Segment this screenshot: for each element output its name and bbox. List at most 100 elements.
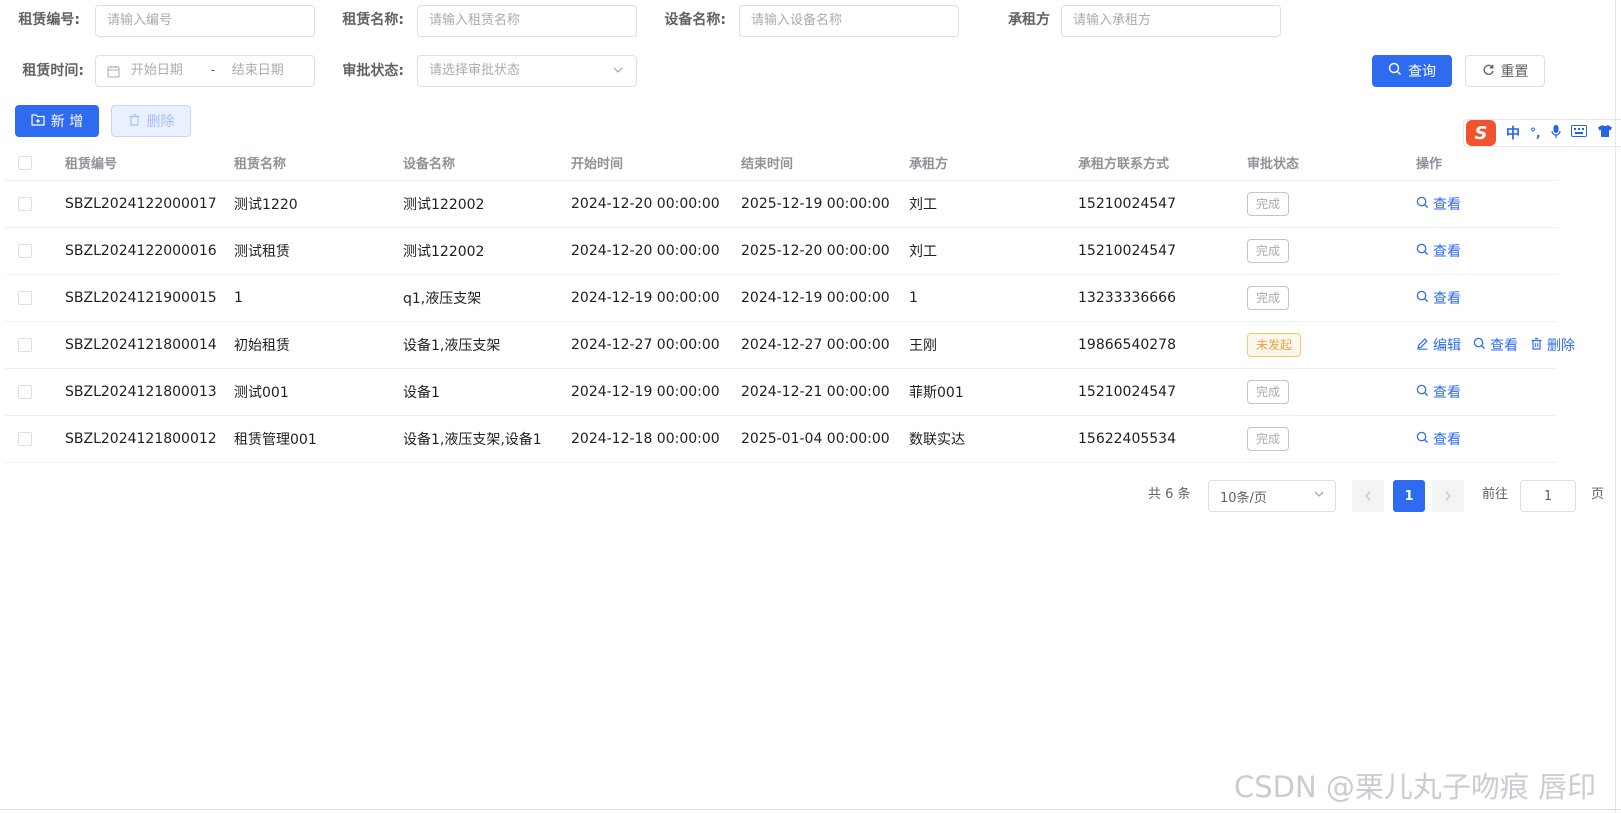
row-checkbox[interactable] <box>18 432 32 446</box>
add-button[interactable]: 新 增 <box>15 105 99 137</box>
device-name-input[interactable]: 请输入设备名称 <box>739 5 959 37</box>
lease-time-range-picker[interactable]: 开始日期 - 结束日期 <box>95 55 315 87</box>
lessee-input[interactable]: 请输入承租方 <box>1061 5 1281 37</box>
search-icon <box>1473 337 1486 354</box>
cell-device-name: q1,液压支架 <box>403 291 482 307</box>
cell-lessee-phone: 15210024547 <box>1078 384 1176 400</box>
next-page-button[interactable] <box>1432 480 1464 512</box>
row-checkbox[interactable] <box>18 291 32 305</box>
cell-end-time: 2024-12-21 00:00:00 <box>741 384 890 400</box>
add-button-label: 新 增 <box>50 114 84 130</box>
header-end-time: 结束时间 <box>741 157 794 172</box>
cell-start-time: 2024-12-20 00:00:00 <box>571 243 720 259</box>
delete-button[interactable]: 删除 <box>1530 335 1575 355</box>
lease-time-label: 租赁时间: <box>22 63 84 79</box>
edit-button[interactable]: 编辑 <box>1416 335 1461 355</box>
page-size-select[interactable]: 10条/页 <box>1208 480 1336 512</box>
view-button-label: 查看 <box>1433 244 1461 260</box>
page-number-1[interactable]: 1 <box>1393 480 1425 512</box>
view-button[interactable]: 查看 <box>1416 241 1461 261</box>
status-badge: 完成 <box>1247 286 1290 310</box>
trash-icon <box>1530 337 1543 354</box>
table-row: SBZL2024122000016 测试租赁 测试122002 2024-12-20 … <box>5 228 1557 275</box>
cell-actions: 查看 <box>1416 369 1461 415</box>
approval-status-placeholder: 请选择审批状态 <box>429 63 521 78</box>
query-button[interactable]: 查询 <box>1372 55 1452 87</box>
ime-punctuation-toggle[interactable]: °, <box>1530 126 1541 140</box>
lease-name-label: 租赁名称: <box>342 12 404 28</box>
reset-button[interactable]: 重置 <box>1465 55 1545 87</box>
row-checkbox[interactable] <box>18 244 32 258</box>
view-button[interactable]: 查看 <box>1416 382 1461 402</box>
header-lessee-phone: 承租方联系方式 <box>1078 157 1170 172</box>
view-button[interactable]: 查看 <box>1416 288 1461 308</box>
row-checkbox[interactable] <box>18 385 32 399</box>
cell-end-time: 2025-01-04 00:00:00 <box>741 431 890 447</box>
select-all-checkbox-cell <box>18 145 32 180</box>
table-header: 租赁编号 租赁名称 设备名称 开始时间 结束时间 承租方 承租方联系方式 审批状… <box>5 145 1557 181</box>
cell-device-name: 设备1,液压支架,设备1 <box>403 432 542 448</box>
microphone-icon[interactable] <box>1550 124 1561 143</box>
end-date-input[interactable]: 结束日期 <box>232 56 303 86</box>
status-badge: 完成 <box>1247 427 1290 451</box>
lease-name-input[interactable]: 请输入租赁名称 <box>417 5 637 37</box>
query-button-label: 查询 <box>1408 64 1436 80</box>
bottom-divider <box>0 809 1621 810</box>
row-checkbox[interactable] <box>18 197 32 211</box>
row-checkbox-cell <box>18 275 32 321</box>
header-device-name: 设备名称 <box>403 157 456 172</box>
cell-lease-name: 租赁管理001 <box>234 432 317 448</box>
row-checkbox-cell <box>18 416 32 462</box>
select-all-checkbox[interactable] <box>18 155 32 170</box>
status-badge: 完成 <box>1247 239 1290 263</box>
goto-page-input[interactable]: 1 <box>1520 480 1576 512</box>
cell-lease-no: SBZL2024121800013 <box>65 384 217 400</box>
cell-approval-status: 完成 <box>1247 181 1290 227</box>
row-checkbox-cell <box>18 181 32 227</box>
view-button-label: 查看 <box>1433 432 1461 448</box>
view-button[interactable]: 查看 <box>1416 194 1461 214</box>
cell-device-name: 测试122002 <box>403 244 485 260</box>
ime-language-toggle[interactable]: 中 <box>1506 123 1520 143</box>
view-button-label: 查看 <box>1490 338 1518 354</box>
lease-no-input[interactable]: 请输入编号 <box>95 5 315 37</box>
start-date-input[interactable]: 开始日期 <box>131 56 202 86</box>
header-lease-name: 租赁名称 <box>234 157 287 172</box>
approval-status-select[interactable]: 请选择审批状态 <box>417 55 637 87</box>
prev-page-button[interactable] <box>1352 480 1384 512</box>
sogou-logo-icon[interactable]: S <box>1466 120 1496 146</box>
skin-shirt-icon[interactable] <box>1597 124 1613 142</box>
search-icon <box>1416 431 1429 448</box>
pagination-total: 共 6 条 <box>1148 487 1191 502</box>
cell-lessee-phone: 19866540278 <box>1078 337 1176 353</box>
search-icon <box>1388 62 1402 80</box>
calendar-icon <box>107 56 121 86</box>
refresh-icon <box>1482 63 1495 80</box>
table-row: SBZL2024121800012 租赁管理001 设备1,液压支架,设备1 2024… <box>5 416 1557 463</box>
cell-device-name: 测试122002 <box>403 197 485 213</box>
cell-start-time: 2024-12-27 00:00:00 <box>571 337 720 353</box>
cell-lease-no: SBZL2024122000016 <box>65 243 217 259</box>
table-row: SBZL2024121800014 初始租赁 设备1,液压支架 2024-12-27 … <box>5 322 1575 369</box>
chevron-down-icon <box>612 56 624 86</box>
cell-approval-status: 完成 <box>1247 228 1290 274</box>
keyboard-icon[interactable] <box>1570 125 1587 141</box>
cell-device-name: 设备1,液压支架 <box>403 338 501 354</box>
cell-start-time: 2024-12-19 00:00:00 <box>571 290 720 306</box>
cell-lessee: 王刚 <box>909 338 937 354</box>
row-checkbox-cell <box>18 322 32 368</box>
view-button[interactable]: 查看 <box>1416 429 1461 449</box>
csdn-watermark: CSDN @栗儿丸子吻痕 唇印 <box>1234 770 1597 804</box>
cell-lessee-phone: 15622405534 <box>1078 431 1176 447</box>
page-size-value: 10条/页 <box>1220 490 1267 506</box>
reset-button-label: 重置 <box>1500 64 1529 80</box>
search-icon <box>1416 384 1429 401</box>
view-button[interactable]: 查看 <box>1473 335 1518 355</box>
table-row: SBZL2024122000017 测试1220 测试122002 2024-12-2… <box>5 181 1557 228</box>
batch-delete-button[interactable]: 删除 <box>111 105 191 137</box>
row-checkbox[interactable] <box>18 338 32 352</box>
cell-lease-name: 测试租赁 <box>234 244 290 260</box>
goto-label: 前往 <box>1482 487 1509 502</box>
cell-approval-status: 完成 <box>1247 416 1290 462</box>
header-lessee: 承租方 <box>909 157 949 172</box>
